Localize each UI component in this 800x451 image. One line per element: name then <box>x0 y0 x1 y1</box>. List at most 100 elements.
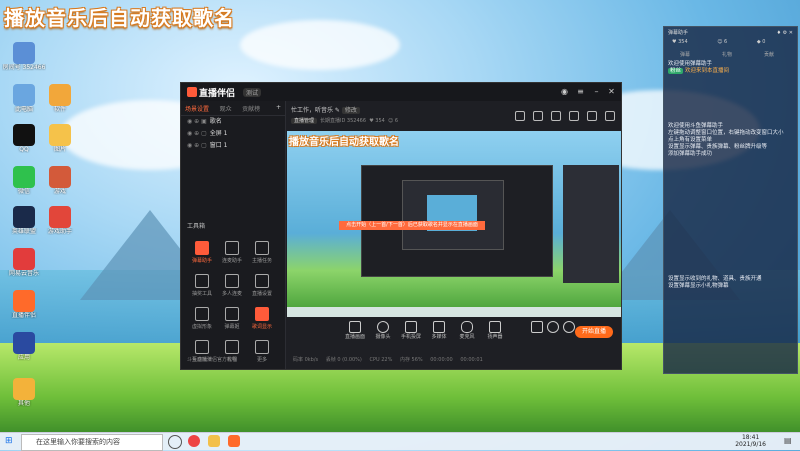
tool-item[interactable]: 弹幕姬 <box>217 305 247 338</box>
app-icon <box>13 124 35 146</box>
tool-item[interactable]: 互动玩法 <box>187 338 217 371</box>
tab-audience[interactable]: 观众 <box>220 104 232 113</box>
danmaku-panel: 弹幕助手 ♦ ⚙ ✕ ♥ 354 ☺ 6 ◆ 0 弹幕 礼物 贡献 欢迎使用弹幕助手粉… <box>663 26 798 374</box>
taskbar-search[interactable]: 在这里输入你要搜索的内容 <box>21 434 163 451</box>
tab-ranking[interactable]: 贡献榜 <box>242 104 260 113</box>
add-scene-icon[interactable]: + <box>276 104 281 111</box>
tutorial-link[interactable]: 斗鱼直播伴侣官方教程 <box>187 356 237 363</box>
start-icon[interactable]: ⊞ <box>5 436 15 446</box>
cortana-icon[interactable] <box>168 435 182 449</box>
stat-likes: ♥ 354 <box>672 39 688 45</box>
desktop-icon-label: 游戏 <box>53 188 66 195</box>
eye-icon[interactable]: ◉ ⊕ ▢ <box>187 130 207 137</box>
chrome-icon[interactable] <box>188 435 200 447</box>
left-panel: 场景设置 观众 贡献榜 + ◉ ⊕ ▣ 歌名 ◉ ⊕ ▢ 全屏 1 ◉ ⊕ ▢ 窗口 … <box>181 101 286 369</box>
settings-icon[interactable] <box>587 111 597 121</box>
desktop-icon[interactable]: 图片 <box>38 124 82 153</box>
logo-icon <box>187 87 197 97</box>
start-live-button[interactable]: 开始直播 <box>575 326 613 338</box>
tool-label: 弹幕姬 <box>224 324 240 330</box>
status-timer-live: 00:00:00 <box>430 357 453 363</box>
speaker-button[interactable]: 扬声器 <box>485 321 505 340</box>
room-manage-tag[interactable]: 直播管理 <box>291 118 318 124</box>
camera-button[interactable]: 摄像头 <box>373 321 393 340</box>
menu-icon[interactable]: ≡ <box>576 87 585 96</box>
tool-item[interactable]: 抽奖工具 <box>187 272 217 305</box>
tab-contrib[interactable]: 贡献 <box>748 51 790 58</box>
tool-icon <box>225 340 239 354</box>
preview-taskbar <box>287 307 621 317</box>
tool-item[interactable]: 礼物 <box>217 338 247 371</box>
bag-icon[interactable] <box>533 111 543 121</box>
danmaku-message: 左键拖动调整窗口位置，右键拖动改变窗口大小 <box>664 130 797 137</box>
message-text: 设置显示弹幕、贵族弹幕、粉丝牌升级等 <box>668 144 768 150</box>
app-icon <box>13 84 35 106</box>
tool-item[interactable]: 弹幕助手 <box>187 239 217 272</box>
tool-icon <box>195 307 209 321</box>
media-button[interactable]: 多媒体 <box>429 321 449 340</box>
folder-icon[interactable] <box>208 435 220 447</box>
stream-preview[interactable]: 播放音乐后自动获取歌名 点击开始（上一首/下一首）后已获取歌名并显示在直播画面 <box>287 131 621 317</box>
share-icon[interactable] <box>605 111 615 121</box>
bell-icon[interactable] <box>569 111 579 121</box>
control-bar: 直播画面 摄像头 手机投屏 多媒体 麦克风 扬声器 开始直播 <box>287 319 621 345</box>
nested-chat-panel <box>563 165 619 283</box>
danmaku-stats: ♥ 354 ☺ 6 ◆ 0 <box>664 39 797 51</box>
tool-item[interactable]: 多人连麦 <box>217 272 247 305</box>
desktop-icon[interactable]: 软件 <box>38 84 82 113</box>
eye-icon[interactable]: ◉ ⊕ ▣ <box>187 118 207 125</box>
gift-icon[interactable] <box>515 111 525 121</box>
danmaku-message: 欢迎使用斗鱼弹幕助手 <box>664 123 797 130</box>
microphone-button[interactable]: 麦克风 <box>457 321 477 340</box>
tab-gifts[interactable]: 礼物 <box>706 51 748 58</box>
tool-item[interactable]: 歌词显示 <box>247 305 277 338</box>
tab-danmaku[interactable]: 弹幕 <box>664 51 706 58</box>
tool-item[interactable]: 连麦助手 <box>217 239 247 272</box>
tool-item[interactable]: 虚拟形象 <box>187 305 217 338</box>
desktop-icon[interactable]: 游戏 <box>38 166 82 195</box>
desktop-icon[interactable]: 网易云音乐 <box>2 248 46 277</box>
tool-icon <box>255 274 269 288</box>
tool-item[interactable]: 更多 <box>247 338 277 371</box>
status-timer-rec: 00:00:01 <box>460 357 483 363</box>
scene-item[interactable]: ◉ ⊕ ▣ 歌名 <box>181 116 285 128</box>
desktop-icon-label: 应用 <box>17 354 30 361</box>
notification-icon[interactable]: ▤ <box>784 436 794 446</box>
tool-item[interactable]: 主播任务 <box>247 239 277 272</box>
tool-icon <box>195 340 209 354</box>
room-edit-button[interactable]: 修改 <box>341 107 360 114</box>
desktop-icon[interactable]: 应用 <box>2 332 46 361</box>
desktop-icon[interactable]: 游戏助手 <box>38 206 82 235</box>
message-text: 添加弹幕助手成功 <box>668 151 713 157</box>
close-icon[interactable]: ✕ <box>607 87 616 96</box>
minimize-icon[interactable]: – <box>592 87 601 96</box>
mail-icon[interactable] <box>551 111 561 121</box>
app-icon <box>49 124 71 146</box>
status-mem: 内存 56% <box>399 357 423 363</box>
phone-cast-button[interactable]: 手机投屏 <box>401 321 421 340</box>
tool-icon <box>225 307 239 321</box>
desktop-icon-label: 其他 <box>17 400 30 407</box>
tool-label: 主播任务 <box>251 258 272 264</box>
cloud <box>240 20 400 70</box>
desktop-icon[interactable]: 直播伴侣 <box>2 290 46 319</box>
desktop-icon-label: 房间号 352466 <box>2 64 46 71</box>
tool-item[interactable]: 直播设置 <box>247 272 277 305</box>
tab-scenes[interactable]: 场景设置 <box>185 104 209 113</box>
phone-icon <box>405 321 417 333</box>
panel-controls-icons[interactable]: ♦ ⚙ ✕ <box>777 27 793 39</box>
live-app-taskbar-icon[interactable] <box>228 435 240 447</box>
avatar-icon[interactable]: ◉ <box>560 87 569 96</box>
desktop-icon[interactable]: 其他 <box>2 378 46 407</box>
message-text: 左键拖动调整窗口位置，右键拖动改变窗口大小 <box>668 130 784 136</box>
app-icon <box>13 42 35 64</box>
app-icon <box>49 84 71 106</box>
taskbar-clock: 18:41 2021/9/16 <box>735 434 766 448</box>
desktop-icon[interactable]: 房间号 352466 <box>2 42 46 71</box>
app-icon <box>13 206 35 228</box>
screen-capture-button[interactable]: 直播画面 <box>345 321 365 340</box>
scene-item[interactable]: ◉ ⊕ ▢ 窗口 1 <box>181 140 285 152</box>
eye-icon[interactable]: ◉ ⊕ ▢ <box>187 142 207 149</box>
tool-icon <box>225 274 239 288</box>
scene-item[interactable]: ◉ ⊕ ▢ 全屏 1 <box>181 128 285 140</box>
